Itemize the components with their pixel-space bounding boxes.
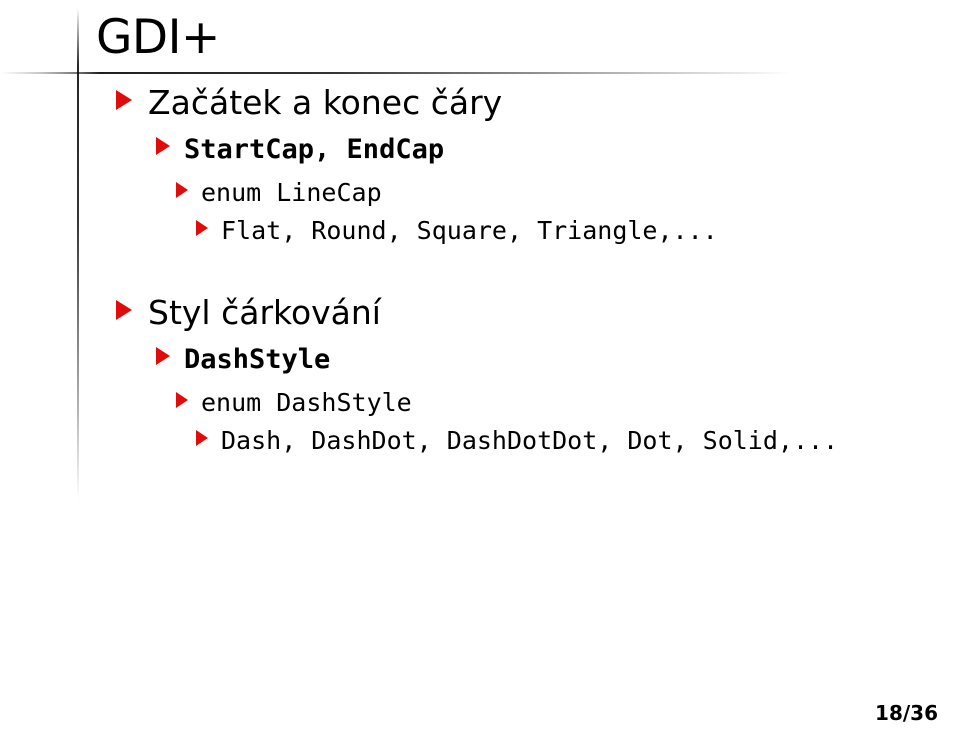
page-number: 18/36 (875, 701, 938, 725)
outline-item-label: Začátek a konec čáry (148, 83, 503, 122)
triangle-bullet-icon (116, 300, 132, 320)
outline-item-label: enum DashStyle (201, 388, 412, 417)
triangle-bullet-icon (196, 430, 208, 446)
outline-item-label: DashStyle (184, 344, 331, 375)
outline-item-level4: Dash, DashDot, DashDotDot, Dot, Solid,..… (0, 428, 960, 472)
outline-item-level1: Začátek a konec čáry (0, 86, 960, 136)
triangle-bullet-icon (116, 90, 132, 110)
outline-item-label: StartCap, EndCap (184, 134, 445, 165)
presentation-slide: GDI+ Začátek a konec čáry StartCap, EndC… (0, 0, 960, 739)
outline-item-label: Styl čárkování (148, 293, 381, 332)
outline-item-label: Flat, Round, Square, Triangle,... (221, 216, 718, 245)
outline-item-level4: Flat, Round, Square, Triangle,... (0, 218, 960, 262)
triangle-bullet-icon (176, 392, 188, 408)
slide-body: Začátek a konec čáry StartCap, EndCap en… (0, 86, 960, 472)
outline-item-level1: Styl čárkování (0, 296, 960, 346)
triangle-bullet-icon (176, 182, 188, 198)
outline-item-level2: DashStyle (0, 346, 960, 390)
triangle-bullet-icon (156, 137, 170, 155)
outline-item-label: enum LineCap (201, 178, 382, 207)
triangle-bullet-icon (196, 220, 208, 236)
outline-item-level3: enum LineCap (0, 180, 960, 218)
outline-item-level2: StartCap, EndCap (0, 136, 960, 180)
decorative-horizontal-rule (0, 72, 792, 74)
slide-title: GDI+ (96, 10, 220, 65)
triangle-bullet-icon (156, 347, 170, 365)
outline-item-level3: enum DashStyle (0, 390, 960, 428)
outline-item-label: Dash, DashDot, DashDotDot, Dot, Solid,..… (221, 426, 839, 455)
